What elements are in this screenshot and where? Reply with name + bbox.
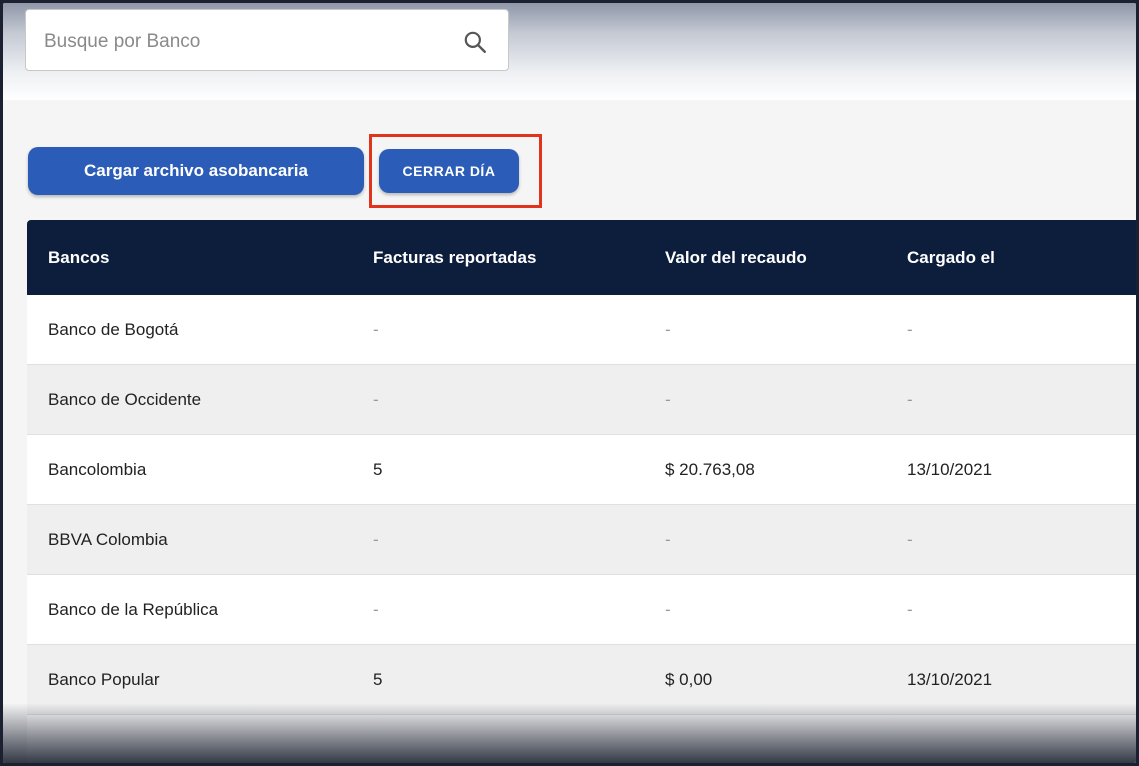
- invoices-count: -: [373, 599, 379, 619]
- bank-name: Banco de Bogotá: [48, 319, 179, 339]
- collection-amount: -: [665, 389, 671, 409]
- bank-name: Banco de Occidente: [48, 389, 202, 409]
- collection-amount: $ 0,00: [665, 669, 713, 689]
- column-header-uploaded[interactable]: Cargado el: [907, 248, 995, 268]
- bank-name: Banco Popular: [48, 669, 160, 689]
- banks-table: Bancos Facturas reportadas Valor del rec…: [27, 220, 1136, 763]
- invoices-count: -: [373, 319, 379, 339]
- collection-amount: -: [665, 529, 671, 549]
- table-row[interactable]: Banco Popular 5 $ 0,00 13/10/2021: [27, 645, 1136, 715]
- invoices-count: 5: [373, 459, 383, 479]
- upload-date: -: [907, 529, 913, 549]
- table-row[interactable]: Banco de Occidente - - -: [27, 365, 1136, 435]
- invoices-count: -: [373, 529, 379, 549]
- app-frame: Cargar archivo asobancaria CERRAR DÍA Ba…: [3, 3, 1136, 763]
- upload-file-button[interactable]: Cargar archivo asobancaria: [28, 147, 364, 195]
- column-header-invoices[interactable]: Facturas reportadas: [373, 248, 536, 268]
- table-row[interactable]: Banco de Bogotá - - -: [27, 295, 1136, 365]
- column-header-banks[interactable]: Bancos: [48, 248, 109, 268]
- upload-date: -: [907, 389, 913, 409]
- top-bar: [3, 3, 1136, 100]
- search-box[interactable]: [25, 9, 509, 71]
- column-header-amount[interactable]: Valor del recaudo: [665, 248, 807, 268]
- bank-name: Banco de la República: [48, 599, 219, 619]
- upload-date: -: [907, 599, 913, 619]
- search-input[interactable]: [42, 28, 446, 56]
- search-icon[interactable]: [462, 29, 488, 55]
- upload-date: -: [907, 319, 913, 339]
- upload-date: 13/10/2021: [907, 459, 993, 479]
- collection-amount: $ 20.763,08: [665, 459, 755, 479]
- bank-name: Bancolombia: [48, 459, 147, 479]
- table-row[interactable]: Bancolombia 5 $ 20.763,08 13/10/2021: [27, 435, 1136, 505]
- collection-amount: -: [665, 319, 671, 339]
- table-row: [27, 715, 1136, 763]
- invoices-count: 5: [373, 669, 383, 689]
- invoices-count: -: [373, 389, 379, 409]
- close-day-button[interactable]: CERRAR DÍA: [379, 149, 519, 193]
- collection-amount: -: [665, 599, 671, 619]
- table-row[interactable]: Banco de la República - - -: [27, 575, 1136, 645]
- upload-date: 13/10/2021: [907, 669, 993, 689]
- table-header: Bancos Facturas reportadas Valor del rec…: [27, 220, 1136, 295]
- table-row[interactable]: BBVA Colombia - - -: [27, 505, 1136, 575]
- bank-name: BBVA Colombia: [48, 529, 168, 549]
